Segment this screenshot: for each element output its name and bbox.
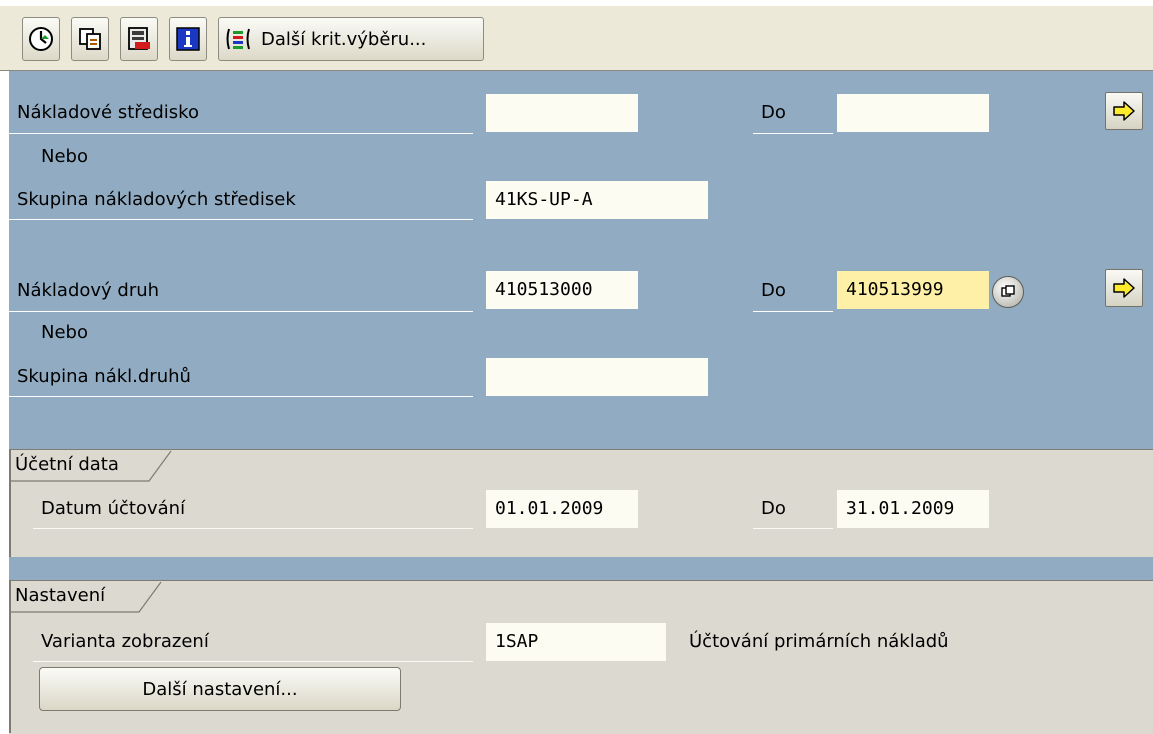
layout-label: Varianta zobrazení — [41, 631, 209, 652]
toolbar-top-edge — [0, 0, 1153, 6]
or-label: Nebo — [41, 322, 88, 343]
cost-center-label: Nákladové středisko — [17, 102, 199, 123]
label-underline — [9, 396, 473, 397]
cost-center-group-input[interactable]: 41KS-UP-A — [486, 181, 708, 219]
cost-element-label: Nákladový druh — [17, 280, 160, 301]
execute-button[interactable] — [22, 17, 60, 61]
settings-group: Nastavení Varianta zobrazení 1SAP Účtová… — [9, 580, 1153, 734]
search-help-button[interactable] — [992, 276, 1024, 308]
posting-data-group: Účetní data Datum účtování 01.01.2009 Do… — [9, 449, 1153, 559]
posting-date-label: Datum účtování — [41, 498, 186, 519]
cost-element-to-input[interactable]: 410513999 — [837, 271, 989, 309]
cost-center-group-label: Skupina nákladových středisek — [17, 189, 296, 210]
cost-element-to-label: Do — [761, 280, 786, 301]
dynamic-selections-button[interactable]: Další krit.výběru... — [218, 17, 484, 61]
arrow-right-icon — [1113, 101, 1135, 121]
cost-center-multiple-selection-button[interactable] — [1105, 92, 1143, 130]
label-underline — [9, 219, 473, 220]
cost-center-from-input[interactable] — [486, 94, 638, 132]
cost-element-from-input[interactable]: 410513000 — [486, 271, 638, 309]
settings-title: Nastavení — [15, 585, 106, 606]
label-underline — [33, 528, 473, 529]
application-toolbar: Další krit.výběru... — [0, 0, 1153, 71]
posting-date-from-input[interactable]: 01.01.2009 — [486, 490, 638, 528]
group-separator — [9, 557, 1153, 580]
cost-center-to-input[interactable] — [837, 94, 989, 132]
more-settings-button[interactable]: Další nastavení... — [39, 667, 401, 711]
layout-description: Účtování primárních nákladů — [689, 631, 949, 652]
info-icon — [176, 27, 200, 51]
save-variant-button[interactable] — [120, 17, 158, 61]
group-frame-left — [9, 580, 11, 733]
cost-element-multiple-selection-button[interactable] — [1105, 269, 1143, 307]
arrow-right-icon — [1113, 278, 1135, 298]
dynamic-selections-label: Další krit.výběru... — [261, 28, 427, 50]
save-variant-icon — [128, 27, 150, 50]
label-underline — [9, 133, 473, 134]
value-help-icon — [1001, 285, 1015, 297]
posting-date-to-label: Do — [761, 498, 786, 519]
selection-criteria-panel: Nákladové středisko Do Nebo Skupina nákl… — [9, 71, 1153, 449]
cost-center-to-label: Do — [761, 102, 786, 123]
copy-variant-icon — [79, 28, 101, 50]
cost-element-group-input[interactable] — [486, 358, 708, 396]
or-label: Nebo — [41, 146, 88, 167]
get-variant-button[interactable] — [71, 17, 109, 61]
label-underline — [753, 133, 833, 134]
execute-clock-icon — [29, 27, 53, 51]
label-underline — [753, 528, 833, 529]
label-underline — [33, 661, 473, 662]
layout-input[interactable]: 1SAP — [486, 623, 666, 661]
posting-data-title: Účetní data — [15, 454, 119, 475]
label-underline — [9, 311, 473, 312]
group-frame-left — [9, 449, 11, 557]
dynamic-selections-icon — [226, 28, 250, 50]
posting-date-to-input[interactable]: 31.01.2009 — [837, 490, 989, 528]
program-info-button[interactable] — [169, 17, 207, 61]
label-underline — [753, 311, 833, 312]
cost-element-group-label: Skupina nákl.druhů — [17, 366, 191, 387]
